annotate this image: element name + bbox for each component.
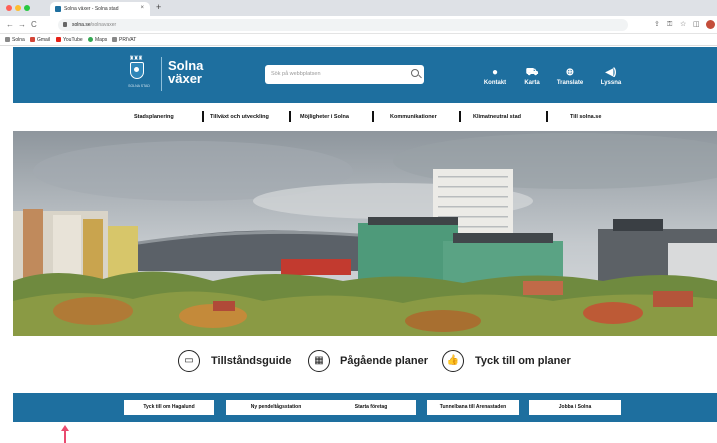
translate-button[interactable]: ⊕ Translate: [550, 67, 590, 86]
solna-logo[interactable]: ♜♜♜ SOLNA STAD: [121, 55, 157, 93]
quick-links: ▭ Tillståndsguide ▦ Pågående planer 👍 Ty…: [13, 336, 717, 393]
browser-tab-bar: Solna växer - Solna stad × +: [0, 0, 717, 16]
thumbs-up-icon[interactable]: 👍: [442, 350, 464, 372]
window-zoom-dot[interactable]: [24, 5, 30, 11]
url-path: /solnavaxer: [90, 22, 117, 28]
tab-close-icon[interactable]: ×: [140, 5, 144, 11]
nav-separator: [372, 111, 374, 122]
search-input[interactable]: Sök på webbplatsen: [265, 65, 424, 84]
url-host: solna.se: [72, 22, 91, 28]
window-minimize-dot[interactable]: [15, 5, 21, 11]
annotation-arrow-shaft: [64, 430, 66, 443]
address-bar-row: ← → C solna.se/solnavaxer ⇪ ⚿ ☆ ◫: [0, 16, 717, 34]
nav-item-solna-se[interactable]: Till solna.se: [570, 114, 601, 120]
nav-separator: [202, 111, 204, 122]
quick-link-pagaende-planer[interactable]: Pågående planer: [340, 355, 428, 367]
extension-icon[interactable]: ◫: [693, 20, 700, 30]
cityscape-photo: [13, 131, 717, 336]
page: Solna växer - Solna stad × + ← → C solna…: [0, 0, 717, 443]
maps-icon: [88, 37, 93, 42]
browser-tab[interactable]: Solna växer - Solna stad ×: [50, 2, 150, 16]
nav-separator: [289, 111, 291, 122]
nav-item-mojligheter[interactable]: Möjligheter i Solna: [300, 114, 349, 120]
favicon-icon: [55, 6, 61, 12]
profile-avatar[interactable]: [706, 20, 715, 29]
back-icon[interactable]: ←: [6, 20, 14, 30]
quick-link-tillstandsguide[interactable]: Tillståndsguide: [211, 355, 291, 367]
gmail-icon: [30, 37, 35, 42]
nav-item-kommunikationer[interactable]: Kommunikationer: [390, 114, 437, 120]
tab-title: Solna växer - Solna stad: [64, 6, 119, 12]
logo-subtitle: SOLNA STAD: [128, 84, 150, 88]
hero-image: [13, 131, 717, 336]
star-icon[interactable]: ☆: [680, 20, 686, 30]
nav-separator: [459, 111, 461, 122]
main-nav: Stadsplanering Tillväxt och utveckling M…: [13, 103, 717, 131]
forward-icon[interactable]: →: [18, 20, 26, 30]
shortcut-button[interactable]: Tunnelbana till Arenastaden: [427, 400, 519, 415]
folder-icon: [112, 37, 117, 42]
key-icon[interactable]: ⚿: [667, 20, 672, 30]
shortcut-button[interactable]: Tyck till om Hagalund: [124, 400, 214, 415]
bookmark-item[interactable]: YouTube: [56, 37, 83, 43]
lock-icon: [63, 22, 67, 27]
youtube-icon: [56, 37, 61, 42]
map-icon: ⛟: [525, 67, 539, 78]
crown-icon: ♜♜♜: [129, 56, 143, 62]
site-header: ♜♜♜ SOLNA STAD Solna växer Sök på webbpl…: [13, 47, 717, 103]
nav-separator: [546, 111, 548, 122]
nav-item-stadsplanering[interactable]: Stadsplanering: [134, 114, 174, 120]
shortcut-button[interactable]: Starta företag: [326, 400, 416, 415]
buildings-icon[interactable]: ▦: [308, 350, 330, 372]
contact-button[interactable]: ● Kontakt: [475, 67, 515, 86]
reload-icon[interactable]: C: [31, 20, 37, 30]
monitor-icon[interactable]: ▭: [178, 350, 200, 372]
map-button[interactable]: ⛟ Karta: [512, 67, 552, 86]
site-name[interactable]: Solna växer: [168, 59, 203, 85]
bookmark-item[interactable]: PRIVAT: [112, 37, 136, 43]
window-close-dot[interactable]: [6, 5, 12, 11]
search-icon[interactable]: [411, 69, 419, 77]
chat-icon: ●: [491, 67, 499, 78]
shortcut-bar: Tyck till om Hagalund Ny pendeltågsstati…: [13, 393, 717, 422]
bookmark-item[interactable]: Gmail: [30, 37, 50, 43]
new-tab-button[interactable]: +: [156, 2, 161, 12]
bookmark-item[interactable]: Solna: [5, 37, 25, 43]
share-icon[interactable]: ⇪: [654, 20, 660, 30]
folder-icon: [5, 37, 10, 42]
logo-divider: [161, 57, 162, 91]
listen-button[interactable]: ◀) Lyssna: [591, 67, 631, 86]
bookmark-item[interactable]: Maps: [88, 37, 107, 43]
speaker-icon: ◀): [605, 67, 617, 78]
url-field[interactable]: solna.se/solnavaxer: [58, 19, 628, 31]
globe-icon: ⊕: [565, 67, 575, 78]
quick-link-tyck-till[interactable]: Tyck till om planer: [475, 355, 571, 367]
shortcut-button[interactable]: Ny pendeltågsstation: [226, 400, 326, 415]
bookmarks-bar: Solna Gmail YouTube Maps PRIVAT: [0, 34, 717, 46]
nav-item-klimatneutral[interactable]: Klimatneutral stad: [473, 114, 521, 120]
shield-icon: [130, 62, 144, 79]
nav-item-tillvaxt[interactable]: Tillväxt och utveckling: [210, 114, 269, 120]
shortcut-button[interactable]: Jobba i Solna: [529, 400, 621, 415]
